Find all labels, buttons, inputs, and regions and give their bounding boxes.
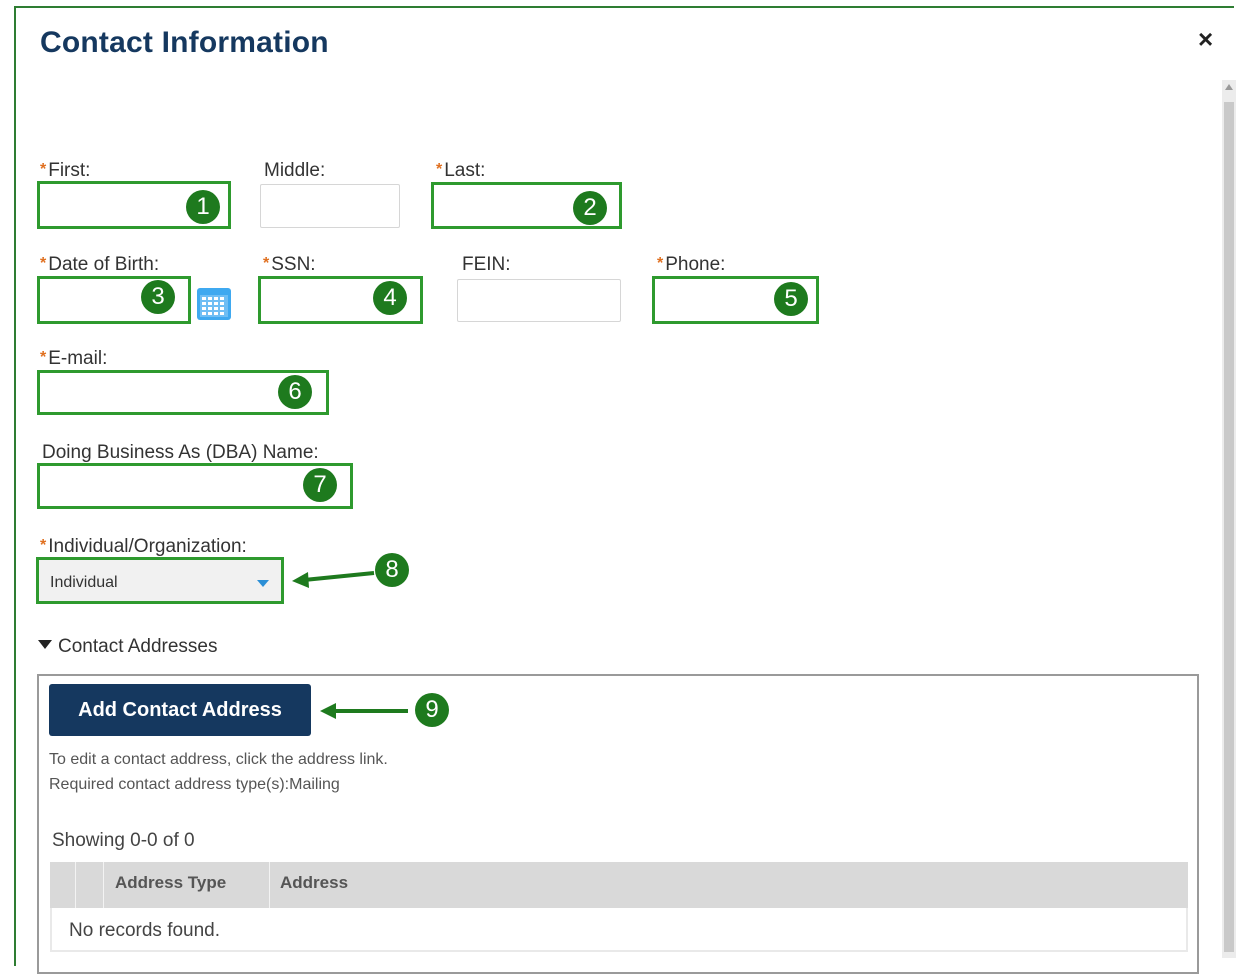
pagination-summary: Showing 0-0 of 0: [52, 830, 195, 851]
individual-organization-label: Individual/Organization:: [40, 536, 247, 558]
scroll-thumb[interactable]: [1224, 102, 1234, 952]
help-text-required: Required contact address type(s):Mailing: [49, 776, 340, 793]
dba-label: Doing Business As (DBA) Name:: [42, 442, 319, 463]
address-type-column[interactable]: Address Type: [104, 862, 270, 908]
callout-7: 7: [303, 468, 337, 502]
callout-4: 4: [373, 281, 407, 315]
middle-name-input[interactable]: [260, 184, 400, 228]
add-contact-address-button[interactable]: Add Contact Address: [49, 684, 311, 736]
contact-addresses-label: Contact Addresses: [58, 636, 218, 657]
select-column: [50, 862, 76, 908]
callout-2: 2: [573, 191, 607, 225]
fein-input[interactable]: [457, 279, 621, 322]
contact-addresses-toggle[interactable]: Contact Addresses: [38, 636, 217, 658]
callout-1: 1: [186, 190, 220, 224]
callout-3: 3: [141, 280, 175, 314]
select-value: Individual: [50, 574, 118, 591]
phone-label: Phone:: [657, 254, 725, 276]
action-column: [76, 862, 104, 908]
dob-label: Date of Birth:: [40, 254, 159, 276]
last-name-label: Last:: [436, 160, 485, 182]
callout-9: 9: [415, 693, 449, 727]
fein-label: FEIN:: [462, 254, 511, 275]
address-table-header: Address Type Address: [50, 862, 1188, 908]
individual-organization-select[interactable]: Individual: [36, 557, 284, 604]
help-text-edit: To edit a contact address, click the add…: [49, 751, 388, 768]
address-table-body: No records found.: [50, 908, 1188, 952]
address-type-header: Address Type: [115, 873, 227, 892]
address-header: Address: [280, 873, 349, 892]
middle-name-label: Middle:: [264, 160, 326, 181]
callout-5: 5: [774, 282, 808, 316]
callout-8-arrow: [292, 571, 375, 588]
callout-8: 8: [375, 553, 409, 587]
ssn-label: SSN:: [263, 254, 315, 276]
dialog-title: Contact Information: [40, 26, 329, 59]
chevron-down-icon: [257, 580, 269, 587]
empty-message: No records found.: [69, 920, 221, 941]
close-icon[interactable]: ×: [1198, 26, 1213, 52]
address-column[interactable]: Address: [270, 862, 1188, 908]
scroll-up-arrow-icon[interactable]: [1225, 84, 1233, 90]
callout-9-arrow: [320, 703, 408, 719]
caret-down-icon: [38, 640, 52, 650]
calendar-icon[interactable]: [196, 286, 232, 322]
callout-6: 6: [278, 375, 312, 409]
email-label: E-mail:: [40, 348, 107, 370]
first-name-label: First:: [40, 160, 90, 182]
scrollbar[interactable]: [1222, 80, 1236, 958]
